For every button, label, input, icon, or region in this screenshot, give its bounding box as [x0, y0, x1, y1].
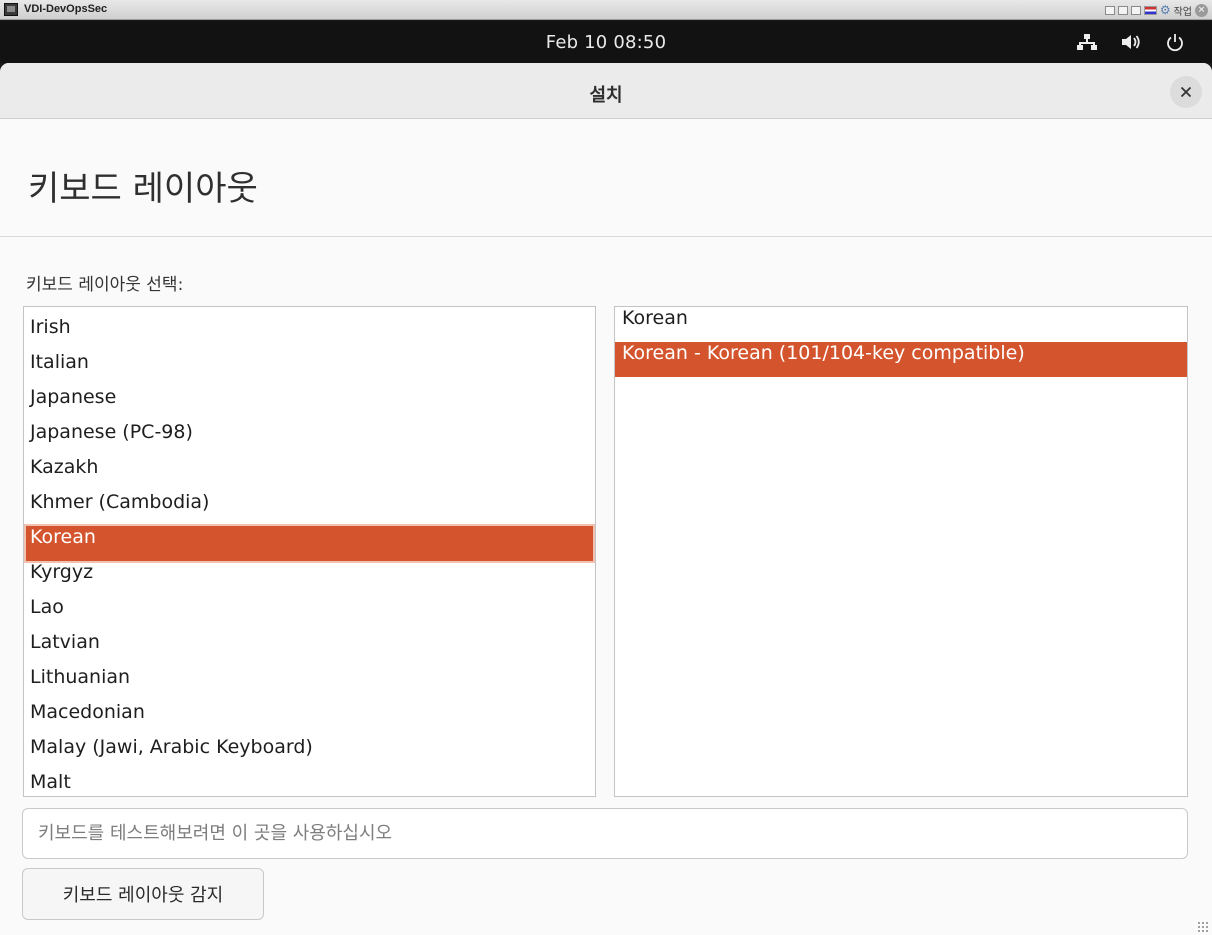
- vm-app-icon: [4, 3, 18, 16]
- layout-list-item[interactable]: Malt: [24, 771, 595, 796]
- gear-icon[interactable]: ⚙: [1160, 4, 1171, 16]
- installer-window: 설치 키보드 레이아웃 키보드 레이아웃 선택: IraqiIrishItali…: [0, 63, 1212, 935]
- page-title: 키보드 레이아웃: [28, 169, 258, 209]
- layout-list-item[interactable]: Irish: [24, 316, 595, 351]
- layout-list-item[interactable]: Korean: [26, 526, 593, 561]
- variant-list-rows: Korean Korean - Korean (101/104-key compa…: [615, 307, 1187, 377]
- vm-close-icon[interactable]: ×: [1195, 3, 1208, 17]
- vm-maximize-icon[interactable]: [1130, 5, 1141, 15]
- variant-list-item[interactable]: Korean: [615, 307, 1187, 342]
- window-title: 설치: [589, 85, 623, 106]
- layout-list-item[interactable]: Italian: [24, 351, 595, 386]
- system-top-bar: Feb 10 08:50: [0, 21, 1212, 63]
- network-icon[interactable]: [1076, 31, 1098, 53]
- window-header: 설치: [0, 63, 1212, 119]
- keyboard-test-input[interactable]: [22, 808, 1188, 859]
- vm-titlebar: VDI-DevOpsSec ⚙ 작업 ×: [0, 0, 1212, 20]
- layout-list-item[interactable]: Macedonian: [24, 701, 595, 736]
- keyboard-flag-icon[interactable]: [1143, 5, 1157, 15]
- system-tray[interactable]: [1076, 31, 1186, 53]
- resize-grip-icon[interactable]: [1197, 921, 1209, 933]
- layout-list-item[interactable]: Khmer (Cambodia): [24, 491, 595, 526]
- layout-list-item[interactable]: Japanese (PC-98): [24, 421, 595, 456]
- variant-list[interactable]: Korean Korean - Korean (101/104-key compa…: [614, 306, 1188, 797]
- layout-list-item[interactable]: Lithuanian: [24, 666, 595, 701]
- vm-restore-icon[interactable]: [1117, 5, 1128, 15]
- close-button[interactable]: [1170, 76, 1202, 108]
- vm-minimize-icon[interactable]: [1104, 5, 1115, 15]
- layout-list[interactable]: IraqiIrishItalianJapaneseJapanese (PC-98…: [23, 306, 596, 797]
- vm-window-title: VDI-DevOpsSec: [24, 3, 108, 15]
- layout-list-item[interactable]: Japanese: [24, 386, 595, 421]
- vm-controls: ⚙ 작업 ×: [1104, 2, 1208, 18]
- layout-list-item[interactable]: Malay (Jawi, Arabic Keyboard): [24, 736, 595, 771]
- layout-list-item[interactable]: Kazakh: [24, 456, 595, 491]
- variant-list-item[interactable]: Korean - Korean (101/104-key compatible): [615, 342, 1187, 377]
- divider: [0, 236, 1212, 237]
- layout-list-item[interactable]: Kyrgyz: [24, 561, 595, 596]
- vm-controls-label[interactable]: 작업: [1174, 3, 1192, 18]
- power-icon[interactable]: [1164, 31, 1186, 53]
- layout-list-rows: IraqiIrishItalianJapaneseJapanese (PC-98…: [24, 307, 595, 796]
- layout-list-item[interactable]: Iraqi: [24, 307, 595, 316]
- close-icon: [1180, 86, 1192, 98]
- layout-select-label: 키보드 레이아웃 선택:: [26, 275, 184, 295]
- detect-layout-button[interactable]: 키보드 레이아웃 감지: [22, 868, 264, 920]
- layout-list-item[interactable]: Lao: [24, 596, 595, 631]
- volume-icon[interactable]: [1120, 31, 1142, 53]
- layout-list-item[interactable]: Latvian: [24, 631, 595, 666]
- clock[interactable]: Feb 10 08:50: [0, 32, 1212, 53]
